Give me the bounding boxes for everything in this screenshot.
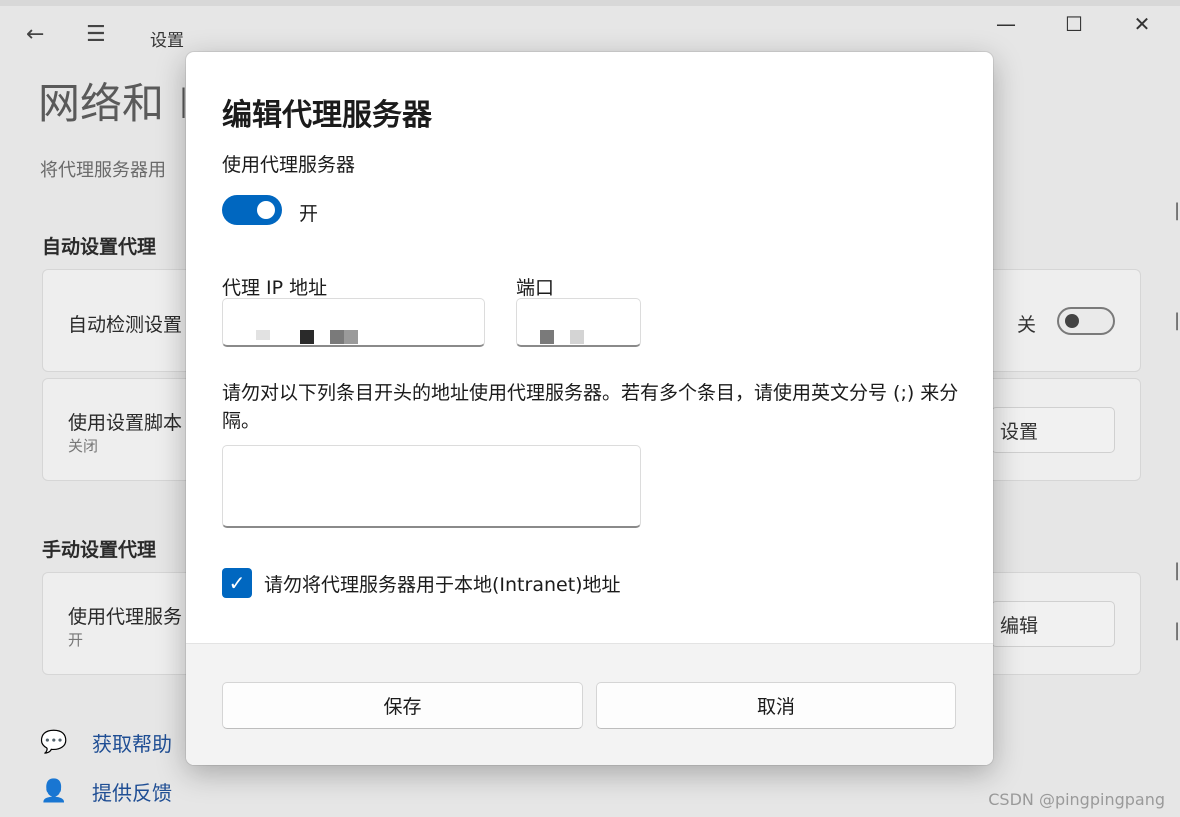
use-proxy-toggle-state: 开 — [299, 203, 319, 225]
proxy-ip-label: 代理 IP 地址 — [222, 277, 328, 299]
setup-script-title: 使用设置脚本 — [68, 412, 183, 434]
edge-fragment: | — [1174, 200, 1180, 221]
exceptions-input[interactable] — [222, 445, 641, 528]
feedback-label: 提供反馈 — [92, 781, 172, 805]
feedback-link[interactable]: 👤 提供反馈 — [40, 777, 172, 806]
dialog-title: 编辑代理服务器 — [222, 98, 432, 133]
port-label: 端口 — [516, 277, 555, 299]
save-button[interactable]: 保存 — [222, 682, 583, 729]
back-arrow-icon[interactable]: ← — [26, 22, 44, 47]
edit-proxy-button[interactable]: 编辑 — [991, 601, 1115, 647]
local-address-label[interactable]: 请勿将代理服务器用于本地(Intranet)地址 — [264, 570, 621, 597]
redaction-mark — [344, 330, 358, 344]
page-title: 网络和 I — [38, 79, 190, 128]
edge-fragment: | — [1174, 560, 1180, 581]
manual-proxy-subtitle: 开 — [68, 631, 84, 649]
manual-proxy-title: 使用代理服务 — [68, 606, 183, 628]
redaction-mark — [256, 330, 270, 340]
setup-script-button[interactable]: 设置 — [991, 407, 1115, 453]
setup-script-subtitle: 关闭 — [68, 437, 99, 455]
cancel-button[interactable]: 取消 — [596, 682, 956, 729]
exceptions-note: 请勿对以下列条目开头的地址使用代理服务器。若有多个条目，请使用英文分号 (;) … — [222, 382, 959, 432]
get-help-link[interactable]: 💬 获取帮助 — [40, 728, 172, 757]
redaction-mark — [570, 330, 584, 344]
local-address-checkbox[interactable]: ✓ — [222, 568, 252, 598]
dialog-footer: 保存 取消 — [186, 643, 993, 765]
use-proxy-toggle[interactable] — [222, 195, 282, 225]
watermark: CSDN @pingpingpang — [988, 790, 1165, 809]
get-help-label: 获取帮助 — [92, 732, 172, 756]
feedback-person-icon: 👤 — [40, 779, 68, 804]
close-icon[interactable]: ✕ — [1112, 6, 1172, 42]
auto-detect-state: 关 — [1017, 314, 1037, 336]
edge-fragment: | — [1174, 620, 1180, 641]
app-title: 设置 — [150, 31, 184, 51]
manual-proxy-heading: 手动设置代理 — [42, 539, 157, 561]
auto-detect-title: 自动检测设置 — [68, 314, 183, 336]
edge-fragment: | — [1174, 310, 1180, 331]
auto-detect-toggle[interactable] — [1057, 307, 1115, 335]
minimize-icon[interactable]: — — [976, 6, 1036, 42]
redaction-mark — [300, 330, 314, 344]
edit-proxy-dialog: 编辑代理服务器 使用代理服务器 开 代理 IP 地址 端口 请勿对以下列条目开头… — [186, 52, 993, 765]
help-chat-icon: 💬 — [40, 730, 68, 755]
redaction-mark — [540, 330, 554, 344]
checkmark-icon: ✓ — [228, 571, 246, 595]
use-proxy-label: 使用代理服务器 — [222, 154, 356, 176]
hamburger-menu-icon[interactable]: ☰ — [86, 22, 106, 47]
auto-proxy-heading: 自动设置代理 — [42, 236, 157, 258]
toggle-knob — [257, 201, 275, 219]
maximize-icon[interactable]: ☐ — [1044, 6, 1104, 42]
page-description: 将代理服务器用 — [40, 160, 166, 181]
redaction-mark — [330, 330, 344, 344]
